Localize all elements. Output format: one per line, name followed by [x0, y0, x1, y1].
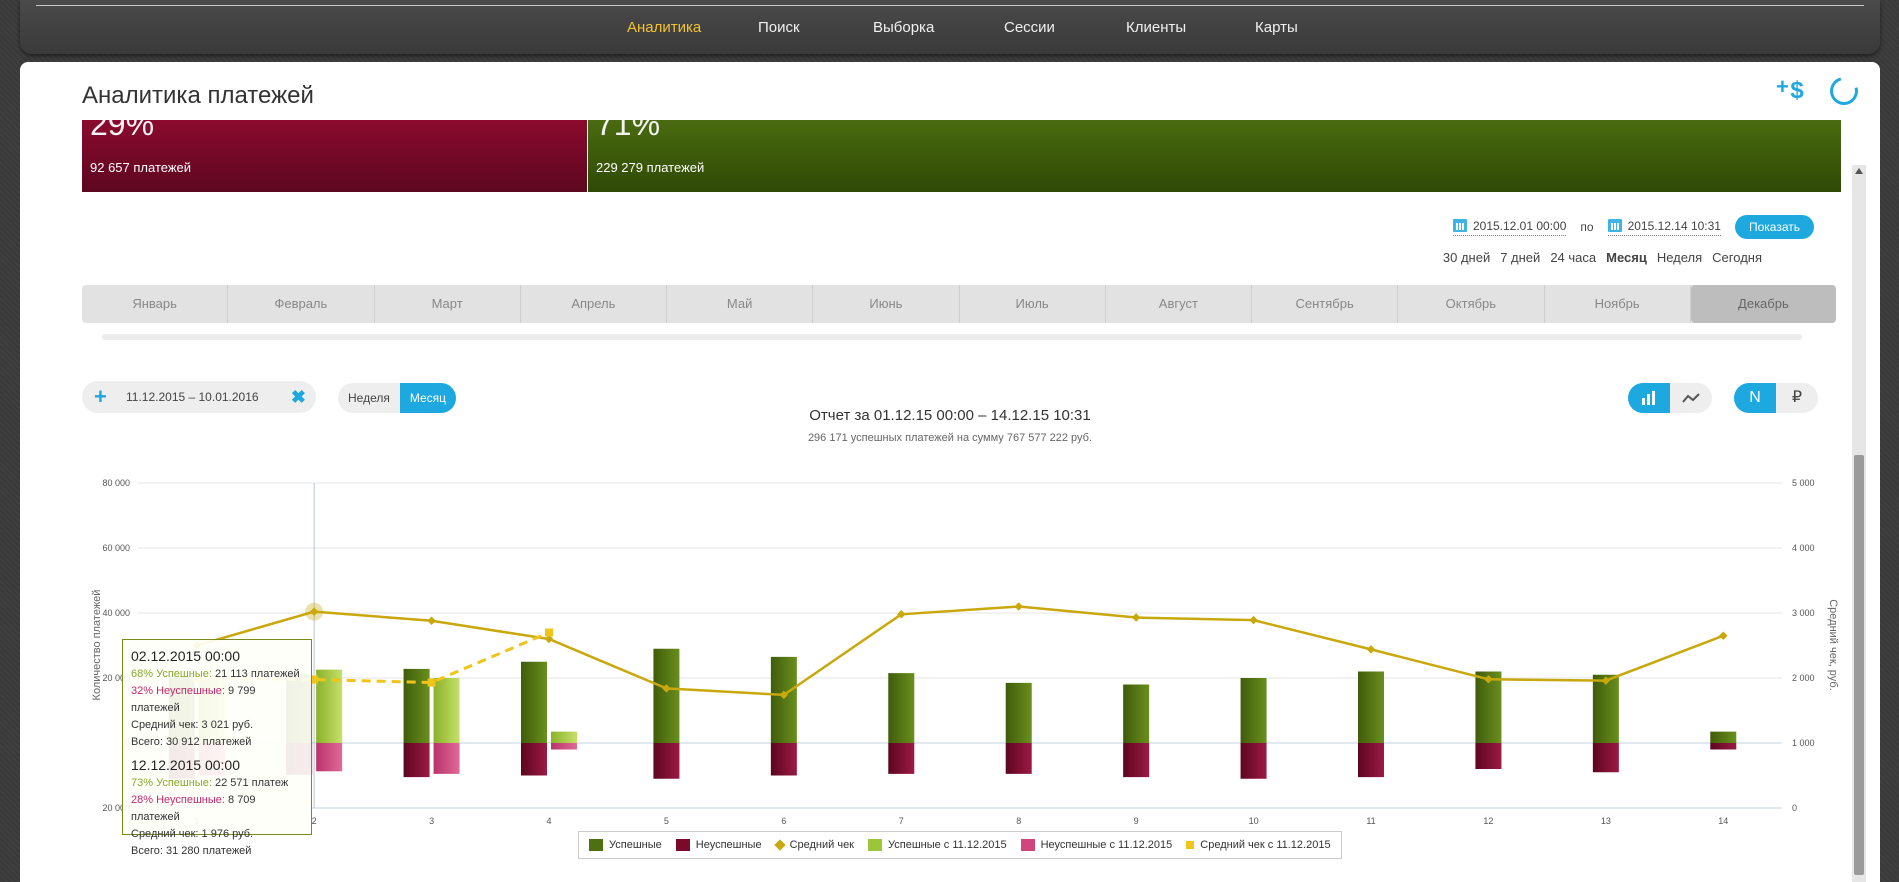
- y2-tick-label: 3 000: [1792, 608, 1815, 618]
- bar-success: [770, 656, 797, 743]
- y-tick-label: 80 000: [102, 478, 130, 488]
- x-tick-label: 8: [1016, 816, 1021, 826]
- legend-marker: [773, 839, 786, 851]
- y2-tick-label: 2 000: [1792, 673, 1815, 683]
- bar-success: [1005, 682, 1032, 743]
- legend-swatch: [675, 839, 690, 852]
- chart-legend: Успешные Неуспешные Средний чек Успешные…: [578, 831, 1342, 859]
- legend-marker: [1186, 841, 1195, 850]
- x-tick-label: 3: [429, 816, 434, 826]
- tooltip-success-value: 22 571 платеж: [214, 777, 289, 789]
- main-panel: Аналитика платежей $ 29% 92 657 платежей…: [20, 62, 1880, 882]
- bar-fail: [403, 743, 430, 778]
- bar-success: [403, 668, 430, 743]
- page-scrollbar[interactable]: [1852, 165, 1866, 882]
- legend-item-success[interactable]: Успешные: [589, 839, 662, 852]
- bar-fail: [521, 743, 547, 776]
- avg-compare-point: [545, 628, 553, 637]
- nav-divider: [36, 5, 1864, 6]
- nav-item-selection[interactable]: Выборка: [873, 19, 934, 36]
- tooltip-success-label: 68% Успешные:: [131, 668, 212, 680]
- chart-tooltip: 02.12.2015 00:00 68% Успешные: 21 113 пл…: [122, 639, 312, 857]
- bar-success-compare: [551, 731, 577, 743]
- bar-success: [888, 673, 915, 743]
- bar-success-compare: [433, 678, 460, 743]
- bar-fail: [653, 743, 680, 779]
- y2-tick-label: 5 000: [1792, 478, 1815, 488]
- bar-success: [521, 661, 547, 743]
- avg-point: [1366, 645, 1376, 654]
- legend-item-avg[interactable]: Средний чек: [773, 839, 854, 851]
- scrollbar-thumb[interactable]: [1854, 455, 1864, 875]
- nav-item-clients[interactable]: Клиенты: [1126, 19, 1186, 36]
- x-tick-label: 4: [546, 816, 551, 826]
- x-tick-label: 11: [1366, 816, 1375, 826]
- avg-point: [1131, 613, 1141, 622]
- legend-item-success-compare[interactable]: Успешные с 11.12.2015: [868, 839, 1007, 852]
- tooltip-date: 12.12.2015 00:00: [131, 757, 240, 773]
- legend-swatch: [589, 839, 603, 852]
- y-tick-label: 60 000: [102, 543, 130, 553]
- nav-item-search[interactable]: Поиск: [758, 19, 800, 36]
- nav-item-analytics[interactable]: Аналитика: [627, 19, 701, 36]
- bar-success: [1240, 678, 1267, 743]
- tooltip-success-value: 21 113 платежей: [214, 668, 300, 680]
- bar-fail: [1123, 743, 1150, 778]
- bar-fail-compare: [316, 743, 343, 772]
- bar-fail: [888, 743, 915, 774]
- avg-point: [1249, 615, 1258, 625]
- tooltip-avg: Средний чек: 3 021 руб.: [131, 719, 254, 731]
- scroll-up-icon[interactable]: [1855, 168, 1863, 174]
- y-tick-label: 40 000: [102, 608, 130, 618]
- x-tick-label: 10: [1249, 816, 1259, 826]
- nav-item-cards[interactable]: Карты: [1255, 19, 1298, 36]
- avg-point: [427, 616, 436, 626]
- x-tick-label: 2: [312, 816, 317, 826]
- avg-point-highlight: [305, 602, 324, 621]
- tooltip-fail-label: 28% Неуспешные:: [131, 794, 225, 806]
- y-axis-label: Количество платежей: [91, 590, 103, 701]
- bar-fail: [1358, 743, 1384, 778]
- avg-point: [1719, 631, 1728, 640]
- legend-swatch: [868, 839, 882, 852]
- bar-fail-compare: [551, 743, 577, 750]
- x-tick-label: 5: [664, 816, 669, 826]
- x-tick-label: 12: [1483, 816, 1493, 826]
- bar-fail: [1005, 743, 1032, 774]
- bar-success: [1123, 684, 1150, 743]
- tooltip-avg: Средний чек: 1 976 руб.: [131, 828, 254, 840]
- avg-point: [1014, 602, 1023, 611]
- y2-tick-label: 4 000: [1792, 543, 1815, 553]
- avg-compare-point: [427, 678, 436, 687]
- x-tick-label: 14: [1718, 816, 1728, 826]
- bar-success: [653, 648, 680, 743]
- x-tick-label: 6: [781, 816, 786, 826]
- y2-tick-label: 1 000: [1792, 738, 1815, 748]
- bar-fail: [1475, 743, 1502, 769]
- bar-fail-compare: [433, 743, 460, 774]
- x-tick-label: 7: [899, 816, 904, 826]
- bar-fail: [1592, 743, 1619, 773]
- bar-fail: [1710, 743, 1737, 750]
- bar-fail: [1240, 743, 1267, 779]
- x-tick-label: 13: [1601, 816, 1611, 826]
- bar-success: [1710, 731, 1737, 743]
- y2-axis-label: Средний чек, руб.: [1827, 599, 1839, 691]
- bar-fail: [770, 743, 797, 776]
- legend-item-avg-compare[interactable]: Средний чек с 11.12.2015: [1186, 839, 1331, 851]
- tooltip-total: Всего: 30 912 платежей: [131, 736, 252, 748]
- tooltip-date: 02.12.2015 00:00: [131, 648, 240, 664]
- nav-item-sessions[interactable]: Сессии: [1004, 19, 1055, 36]
- tooltip-fail-label: 32% Неуспешные:: [131, 685, 225, 697]
- legend-swatch: [1020, 839, 1035, 852]
- x-tick-label: 9: [1134, 816, 1139, 826]
- bar-success: [1592, 674, 1619, 743]
- tooltip-total: Всего: 31 280 платежей: [131, 845, 252, 857]
- tooltip-success-label: 73% Успешные:: [131, 777, 212, 789]
- legend-item-fail-compare[interactable]: Неуспешные с 11.12.2015: [1020, 839, 1172, 852]
- bar-success: [1358, 671, 1384, 743]
- top-navigation: Аналитика Поиск Выборка Сессии Клиенты К…: [20, 0, 1880, 54]
- y2-tick-label: 0: [1792, 803, 1797, 813]
- legend-item-fail[interactable]: Неуспешные: [675, 839, 762, 852]
